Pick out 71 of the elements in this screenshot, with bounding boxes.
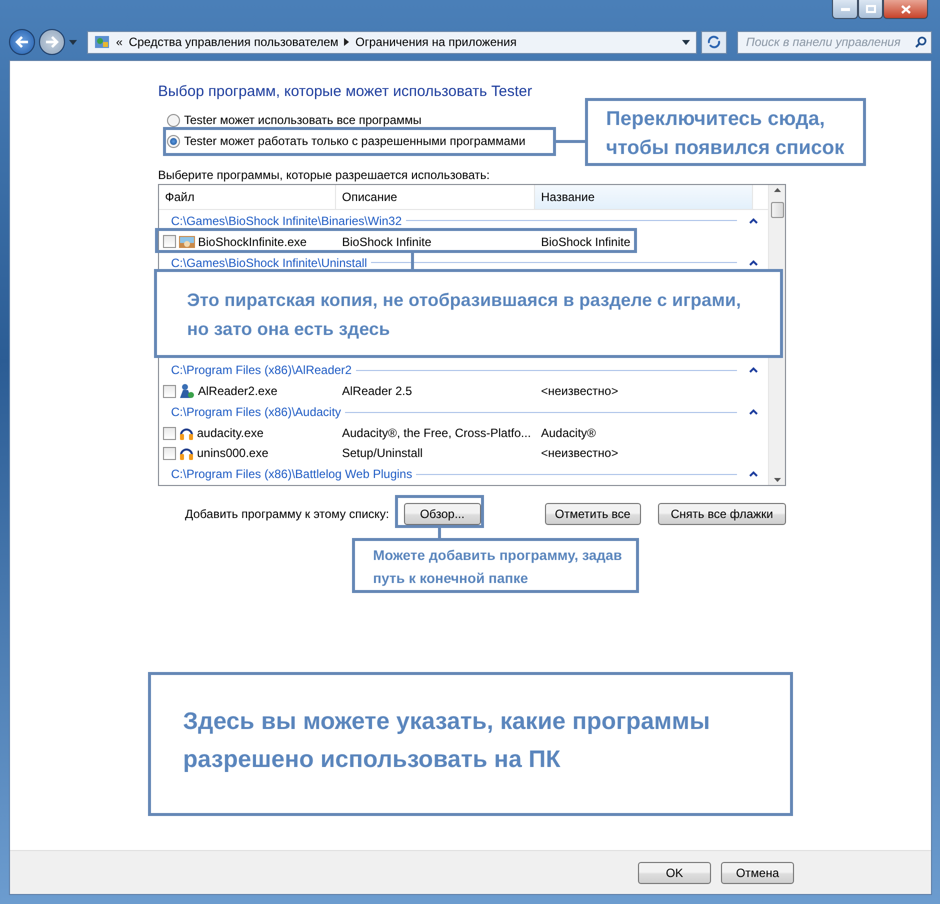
- add-program-label: Добавить программу к этому списку:: [185, 507, 390, 521]
- ok-button[interactable]: OK: [638, 862, 711, 884]
- name-cell-text: Audacity®: [540, 426, 597, 440]
- headphones-icon: [179, 426, 194, 440]
- close-icon: [900, 4, 910, 14]
- callout-note: Здесь вы можете указать, какие программы разрешено использовать на ПК: [148, 672, 793, 816]
- group-path: C:\Program Files (x86)\Audacity: [171, 405, 342, 420]
- cancel-button[interactable]: Отмена: [721, 862, 794, 884]
- description-cell-text: BioShock Infinite: [341, 234, 432, 249]
- minimize-button[interactable]: [832, 0, 858, 19]
- list-label: Выберите программы, которые разрешается использовать:: [158, 168, 490, 182]
- maximize-icon: [866, 5, 876, 13]
- search-field[interactable]: Поиск в панели управления: [737, 30, 932, 54]
- group-path: C:\Program Files (x86)\AlReader2: [171, 363, 352, 378]
- collapse-icon[interactable]: [749, 367, 758, 374]
- search-icon: [915, 36, 927, 48]
- checkbox[interactable]: [163, 426, 176, 440]
- collapse-icon[interactable]: [749, 260, 758, 266]
- group-path: C:\Program Files (x86)\Battlelog Web Plugins: [171, 467, 412, 482]
- callout-note: Это пиратская копия, не отобразившаяся в разделе с играми, но зато она есть здесь: [154, 269, 783, 358]
- dropdown-icon[interactable]: [682, 40, 690, 44]
- checkbox[interactable]: [163, 384, 176, 398]
- headphones-icon: [179, 446, 194, 460]
- group-path: C:\Games\BioShock Infinite\Binaries\Win32: [171, 214, 402, 228]
- scroll-up-icon[interactable]: [774, 188, 780, 192]
- description-cell-text: AlReader 2.5: [341, 384, 414, 398]
- name-cell-text: <неизвестно>: [540, 446, 620, 460]
- callout-note: Переключитесь сюда, чтобы появился список: [585, 98, 866, 166]
- figure-icon: [179, 383, 195, 400]
- file-cell: BioShockInfinite.exe: [198, 234, 307, 249]
- checkbox[interactable]: [163, 446, 176, 460]
- minimize-icon: [840, 8, 850, 10]
- arrow-right-icon: [45, 36, 59, 48]
- back-button[interactable]: [9, 29, 35, 55]
- file-cell: audacity.exe: [197, 426, 264, 440]
- file-cell: AlReader2.exe: [198, 384, 278, 398]
- callout-note: Можете добавить программу, задав путь к конечной папке: [352, 538, 639, 593]
- collapse-icon[interactable]: [749, 471, 758, 478]
- collapse-icon[interactable]: [749, 409, 758, 416]
- radio-button[interactable]: [167, 134, 180, 148]
- group-path: C:\Games\BioShock Infinite\Uninstall: [171, 256, 368, 270]
- file-cell: unins000.exe: [197, 446, 268, 460]
- image-icon: [179, 234, 195, 249]
- breadcrumb[interactable]: Средства управления пользователем: [128, 35, 338, 49]
- radio-label[interactable]: Tester может использовать все программы: [184, 113, 422, 127]
- breadcrumb[interactable]: Ограничения на приложения: [355, 35, 517, 49]
- refresh-icon: [707, 35, 721, 49]
- radio-label[interactable]: Tester может работать только с разрешенными программами: [184, 134, 526, 148]
- page-heading: Выбор программ, которые может использовать Tester: [158, 83, 534, 100]
- column-header[interactable]: Название: [535, 185, 753, 209]
- forward-button[interactable]: [39, 29, 65, 55]
- arrow-left-icon: [15, 36, 29, 48]
- address-overflow[interactable]: «: [116, 35, 123, 49]
- refresh-button[interactable]: [701, 30, 727, 54]
- close-button[interactable]: [883, 0, 928, 19]
- maximize-button[interactable]: [858, 0, 883, 19]
- checkbox[interactable]: [163, 235, 176, 248]
- chevron-icon[interactable]: [344, 38, 350, 46]
- description-cell-text: Audacity®, the Free, Cross-Platfo...: [341, 426, 532, 440]
- description-cell-text: Setup/Uninstall: [341, 446, 424, 460]
- name-cell-text: BioShock Infinite: [540, 234, 632, 249]
- leader-line: [556, 140, 586, 143]
- radio-button[interactable]: [167, 114, 180, 126]
- name-cell-text: <неизвестно>: [540, 384, 620, 398]
- browse-button[interactable]: Обзор...: [404, 503, 481, 525]
- collapse-icon[interactable]: [749, 218, 758, 224]
- uncheck-all-button[interactable]: Снять все флажки: [658, 503, 786, 525]
- scroll-thumb[interactable]: [770, 202, 784, 218]
- control-panel-icon: [94, 34, 110, 50]
- check-all-button[interactable]: Отметить все: [544, 503, 641, 525]
- scroll-down-icon[interactable]: [774, 478, 780, 482]
